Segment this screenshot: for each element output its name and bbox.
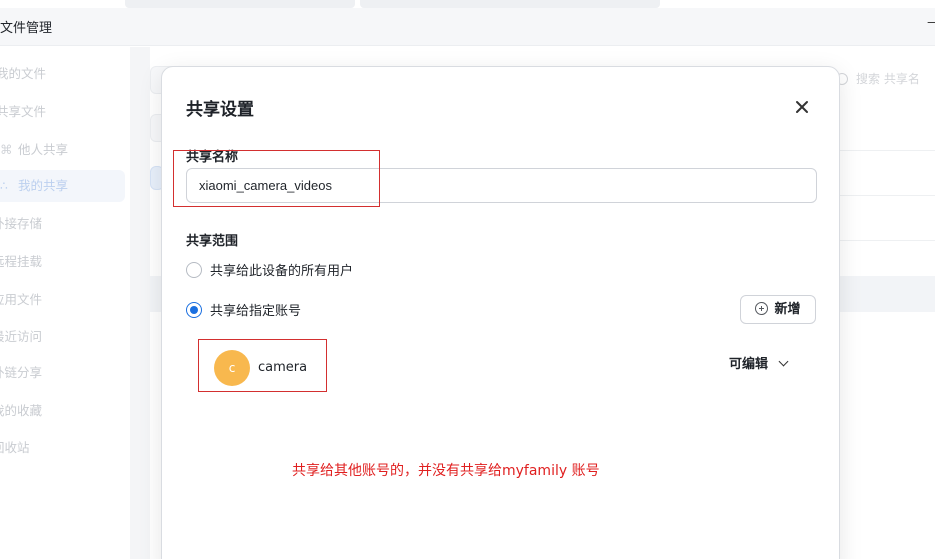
sidebar-item-favorites[interactable]: 我的收藏 <box>0 395 117 427</box>
sidebar-item-label: 最近访问 <box>0 329 43 344</box>
divider <box>840 150 935 151</box>
sidebar-item-shared-files[interactable]: 共享文件 <box>0 96 121 128</box>
share-settings-dialog: 共享设置 共享名称 共享范围 共享给此设备的所有用户 共享给指定账号 新增 c … <box>161 66 840 559</box>
app-titlebar: 文件管理 — <box>0 8 935 46</box>
radio-button[interactable] <box>186 262 202 278</box>
sidebar-item-label: 远程挂载 <box>0 254 43 269</box>
sidebar-item-my-files[interactable]: 我的文件 <box>0 58 121 90</box>
minimize-icon[interactable]: — <box>927 15 935 30</box>
radio-share-all-users[interactable]: 共享给此设备的所有用户 <box>186 260 353 280</box>
sidebar-item-label: 共享文件 <box>0 104 47 119</box>
share-icon: ∴ <box>0 178 8 193</box>
dialog-title: 共享设置 <box>186 100 254 120</box>
sidebar-item-label: 他人共享 <box>17 142 68 157</box>
divider <box>840 195 935 196</box>
sidebar-item-label: 回收站 <box>0 440 30 455</box>
add-account-button[interactable]: 新增 <box>740 295 816 324</box>
sidebar: 我的文件 共享文件 ⌘ 他人共享 ∴ 我的共享 外接存储 远程挂载 应用文件 最… <box>0 47 130 559</box>
app-title: 文件管理 <box>0 21 53 36</box>
close-icon[interactable] <box>790 95 814 119</box>
sidebar-item-label: 我的收藏 <box>0 403 43 418</box>
radio-share-specific-accounts[interactable]: 共享给指定账号 <box>186 300 301 320</box>
annotation-box-user <box>198 339 327 392</box>
sidebar-item-app-files[interactable]: 应用文件 <box>0 284 117 316</box>
sidebar-item-others-shared[interactable]: ⌘ 他人共享 <box>0 134 125 166</box>
radio-button-checked[interactable] <box>186 302 202 318</box>
plus-circle-icon <box>755 302 769 315</box>
add-button-label: 新增 <box>774 302 801 317</box>
sidebar-item-my-shares[interactable]: ∴ 我的共享 <box>0 170 125 202</box>
sidebar-item-remote-mount[interactable]: 远程挂载 <box>0 246 117 278</box>
tab-ghost[interactable] <box>360 0 660 8</box>
search-input[interactable]: 搜索 共享名 <box>836 70 935 94</box>
browser-tab-strip <box>0 0 935 8</box>
users-icon: ⌘ <box>0 142 13 157</box>
annotation-box-share-name <box>173 150 380 207</box>
sidebar-item-external-links[interactable]: 外链分享 <box>0 357 117 389</box>
tab-ghost[interactable] <box>125 0 355 8</box>
permission-dropdown[interactable]: 可编辑 <box>729 353 799 373</box>
radio-label: 共享给指定账号 <box>210 304 302 319</box>
sidebar-item-external-storage[interactable]: 外接存储 <box>0 208 117 240</box>
permission-label: 可编辑 <box>729 357 769 372</box>
chevron-down-icon <box>778 356 789 367</box>
sidebar-item-label: 我的文件 <box>0 66 47 81</box>
sidebar-item-label: 外接存储 <box>0 216 43 231</box>
sidebar-item-recent[interactable]: 最近访问 <box>0 321 117 353</box>
sidebar-item-label: 外链分享 <box>0 365 43 380</box>
share-scope-label: 共享范围 <box>186 234 239 249</box>
search-placeholder: 搜索 共享名 <box>856 72 920 86</box>
sidebar-item-recycle-bin[interactable]: 回收站 <box>0 432 117 464</box>
sidebar-item-label: 我的共享 <box>17 178 68 193</box>
radio-label: 共享给此设备的所有用户 <box>210 264 354 279</box>
annotation-note: 共享给其他账号的，并没有共享给myfamily 账号 <box>292 463 600 479</box>
divider <box>840 240 935 241</box>
sidebar-item-label: 应用文件 <box>0 292 43 307</box>
